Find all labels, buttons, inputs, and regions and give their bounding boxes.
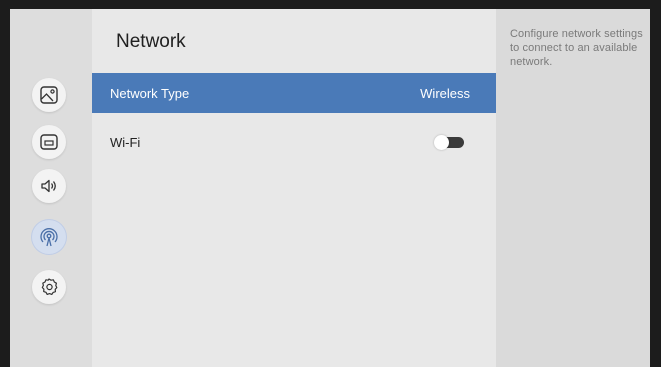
tv-frame: Network Network Type Wireless Wi-Fi Conf…: [0, 0, 661, 367]
help-description: Configure network settings to connect to…: [510, 28, 643, 68]
category-sidebar: [10, 9, 92, 367]
network-type-row[interactable]: Network Type Wireless: [92, 73, 496, 113]
sound-icon: [41, 179, 56, 193]
sound-settings-button[interactable]: [32, 169, 66, 203]
picture-icon: [40, 86, 58, 104]
screen-settings-button[interactable]: [32, 125, 66, 159]
page-title: Network: [116, 31, 186, 52]
screen-icon: [40, 134, 58, 150]
wifi-label: Wi-Fi: [110, 134, 141, 150]
network-type-label: Network Type: [110, 85, 190, 101]
wifi-toggle[interactable]: [434, 134, 464, 150]
general-settings-button[interactable]: [32, 270, 66, 304]
network-type-value: Wireless: [420, 85, 470, 101]
settings-panel: Network Network Type Wireless Wi-Fi: [92, 9, 496, 367]
network-settings-button[interactable]: [32, 220, 66, 254]
wifi-row[interactable]: Wi-Fi: [92, 124, 496, 160]
help-panel: Configure network settings to connect to…: [496, 9, 650, 367]
picture-settings-button[interactable]: [32, 78, 66, 112]
settings-gear-icon: [41, 278, 58, 295]
toggle-knob: [434, 134, 449, 150]
network-icon: [40, 228, 58, 247]
